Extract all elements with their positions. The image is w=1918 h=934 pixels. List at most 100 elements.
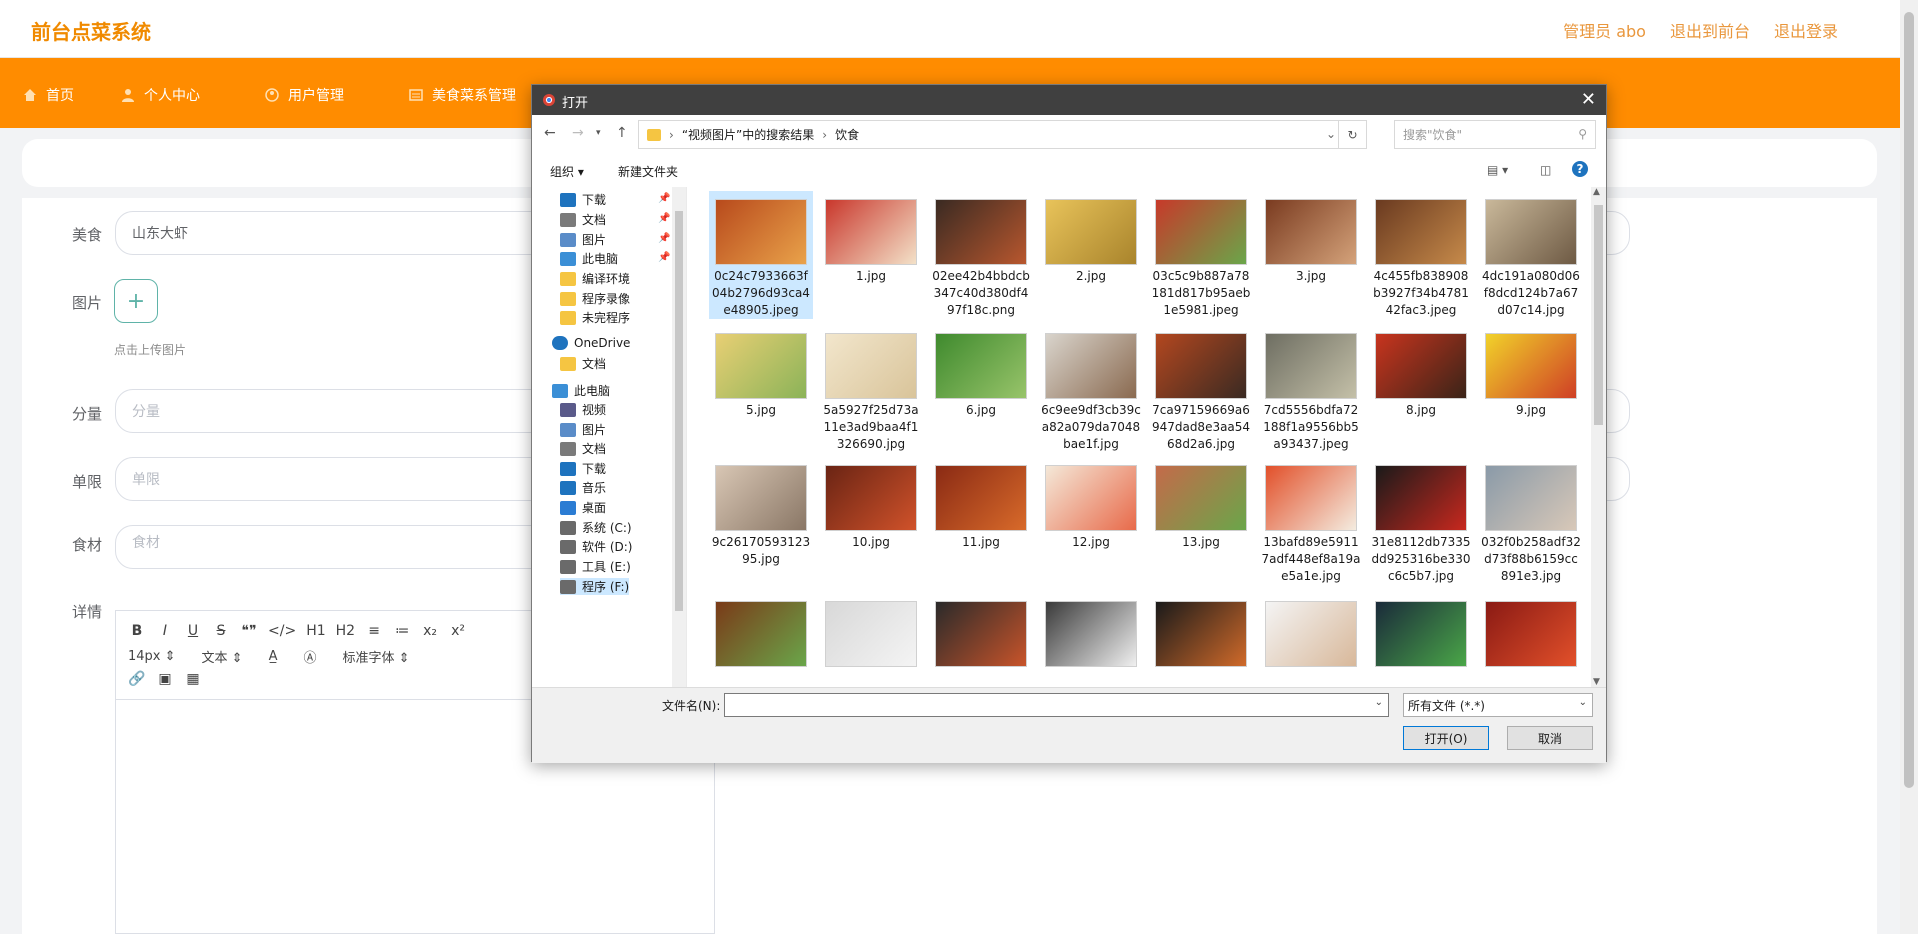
nav-tree-item[interactable]: 程序 (F:) bbox=[560, 578, 630, 595]
nav-tree-item[interactable]: 程序录像 bbox=[560, 290, 630, 307]
page-scrollbar[interactable] bbox=[1900, 0, 1918, 934]
file-item[interactable]: 4c455fb838908b3927f34b478142fac3.jpeg bbox=[1369, 191, 1473, 319]
font-color-icon[interactable]: A̲ bbox=[269, 649, 278, 664]
scroll-up-icon[interactable]: ▲ bbox=[1593, 187, 1600, 197]
nav-tree-item[interactable]: 未完程序 bbox=[560, 309, 630, 326]
breadcrumb-search-results[interactable]: “视频图片”中的搜索结果 bbox=[682, 126, 814, 143]
bg-color-icon[interactable]: Ⓐ bbox=[303, 647, 316, 666]
nav-tree-item[interactable]: 下载 bbox=[560, 191, 606, 208]
nav-item-users[interactable]: 用户管理 bbox=[264, 85, 344, 105]
file-item[interactable] bbox=[1259, 593, 1363, 670]
quote-button[interactable]: ❝❞ bbox=[240, 623, 258, 639]
file-item[interactable]: 10.jpg bbox=[819, 457, 923, 551]
open-button[interactable]: 打开(O) bbox=[1403, 726, 1489, 750]
code-button[interactable]: </> bbox=[268, 623, 296, 639]
preview-pane-icon[interactable]: ◫ bbox=[1540, 163, 1551, 177]
back-to-front-link[interactable]: 退出到前台 bbox=[1670, 18, 1750, 42]
search-input[interactable]: 搜索"饮食" ⚲ bbox=[1394, 120, 1596, 149]
file-item[interactable]: 4dc191a080d06f8dcd124b7a67d07c14.jpg bbox=[1479, 191, 1582, 319]
superscript-button[interactable]: x² bbox=[449, 623, 467, 639]
address-bar[interactable]: › “视频图片”中的搜索结果 › 饮食 ⌄ ↻ bbox=[638, 120, 1367, 149]
logout-link[interactable]: 退出登录 bbox=[1774, 18, 1838, 42]
file-item[interactable]: 03c5c9b887a78181d817b95aeb1e5981.jpeg bbox=[1149, 191, 1253, 319]
nav-tree-item[interactable]: OneDrive bbox=[552, 336, 630, 350]
file-item[interactable]: 5.jpg bbox=[709, 325, 813, 419]
page-scrollbar-thumb[interactable] bbox=[1904, 12, 1914, 788]
nav-tree-item[interactable]: 图片 bbox=[560, 231, 606, 248]
nav-pane-scrollbar-thumb[interactable] bbox=[675, 211, 683, 611]
close-icon[interactable]: ✕ bbox=[1581, 89, 1596, 110]
upload-image-button[interactable]: + bbox=[114, 279, 158, 323]
file-item[interactable]: 13bafd89e59117adf448ef8a19ae5a1e.jpg bbox=[1259, 457, 1363, 585]
filename-input[interactable]: ⌄ bbox=[724, 693, 1389, 717]
video-icon[interactable]: ▦ bbox=[184, 671, 202, 687]
nav-tree-item[interactable]: 桌面 bbox=[560, 499, 606, 516]
cancel-button[interactable]: 取消 bbox=[1507, 726, 1593, 750]
nav-tree-item[interactable]: 文档 bbox=[560, 440, 606, 457]
organize-button[interactable]: 组织 ▾ bbox=[550, 163, 584, 180]
h1-button[interactable]: H1 bbox=[306, 623, 325, 639]
forward-arrow-icon[interactable]: → bbox=[572, 125, 584, 141]
history-dropdown-icon[interactable]: ▾ bbox=[596, 128, 601, 138]
bold-button[interactable]: B bbox=[128, 623, 146, 639]
file-item[interactable]: 31e8112db7335dd925316be330c6c5b7.jpg bbox=[1369, 457, 1473, 585]
nav-tree-item[interactable]: 编译环境 bbox=[560, 270, 630, 287]
link-icon[interactable]: 🔗 bbox=[128, 671, 146, 687]
refresh-icon[interactable]: ↻ bbox=[1338, 121, 1366, 148]
file-item[interactable] bbox=[709, 593, 813, 670]
file-item[interactable]: 2.jpg bbox=[1039, 191, 1143, 285]
file-item[interactable]: 5a5927f25d73a11e3ad9baa4f1326690.jpg bbox=[819, 325, 923, 453]
filetype-select[interactable]: 所有文件 (*.*) ⌄ bbox=[1403, 693, 1593, 717]
file-item[interactable] bbox=[929, 593, 1033, 670]
file-item[interactable]: 6.jpg bbox=[929, 325, 1033, 419]
file-item[interactable]: 9.jpg bbox=[1479, 325, 1582, 419]
nav-tree-item[interactable]: 下载 bbox=[560, 460, 606, 477]
pin-icon[interactable]: 📌 bbox=[658, 213, 670, 224]
file-item[interactable]: 9c2617059312395.jpg bbox=[709, 457, 813, 568]
font-size-select[interactable]: 14px ⇕ bbox=[128, 649, 176, 664]
subscript-button[interactable]: x₂ bbox=[421, 623, 439, 639]
scroll-down-icon[interactable]: ▼ bbox=[1593, 677, 1600, 687]
file-item[interactable]: 02ee42b4bbdcb347c40d380df497f18c.png bbox=[929, 191, 1033, 319]
nav-tree-item[interactable]: 软件 (D:) bbox=[560, 538, 632, 555]
file-item[interactable]: 13.jpg bbox=[1149, 457, 1253, 551]
file-item[interactable]: 11.jpg bbox=[929, 457, 1033, 551]
new-folder-button[interactable]: 新建文件夹 bbox=[618, 163, 678, 180]
view-options-icon[interactable]: ▤ ▾ bbox=[1487, 163, 1508, 177]
pin-icon[interactable]: 📌 bbox=[658, 252, 670, 263]
file-item[interactable] bbox=[819, 593, 923, 670]
pin-icon[interactable]: 📌 bbox=[658, 233, 670, 244]
nav-tree-item[interactable]: 系统 (C:) bbox=[560, 519, 632, 536]
nav-item-food-category[interactable]: 美食菜系管理 bbox=[408, 85, 516, 105]
admin-link[interactable]: 管理员 abo bbox=[1563, 18, 1646, 42]
file-item[interactable]: 12.jpg bbox=[1039, 457, 1143, 551]
nav-tree-item[interactable]: 此电脑 bbox=[560, 250, 618, 267]
nav-item-home[interactable]: 首页 bbox=[22, 85, 74, 105]
nav-tree-item[interactable]: 工具 (E:) bbox=[560, 558, 631, 575]
file-item[interactable]: 8.jpg bbox=[1369, 325, 1473, 419]
file-item[interactable]: 6c9ee9df3cb39ca82a079da7048bae1f.jpg bbox=[1039, 325, 1143, 453]
ordered-list-button[interactable]: ≡ bbox=[365, 623, 383, 639]
strike-button[interactable]: S bbox=[212, 623, 230, 639]
nav-item-profile[interactable]: 个人中心 bbox=[120, 85, 200, 105]
underline-button[interactable]: U bbox=[184, 623, 202, 639]
file-item[interactable]: 1.jpg bbox=[819, 191, 923, 285]
file-item[interactable]: 7cd5556bdfa72188f1a9556bb5a93437.jpeg bbox=[1259, 325, 1363, 453]
file-item[interactable] bbox=[1479, 593, 1582, 670]
file-item[interactable]: 032f0b258adf32d73f88b6159cc891e3.jpg bbox=[1479, 457, 1582, 585]
file-item[interactable]: 3.jpg bbox=[1259, 191, 1363, 285]
text-type-select[interactable]: 文本 ⇕ bbox=[202, 647, 243, 666]
chevron-down-icon[interactable]: ⌄ bbox=[1326, 127, 1336, 141]
file-item[interactable] bbox=[1039, 593, 1143, 670]
nav-tree-item[interactable]: 文档 bbox=[560, 211, 606, 228]
font-family-select[interactable]: 标准字体 ⇕ bbox=[343, 647, 410, 666]
pin-icon[interactable]: 📌 bbox=[658, 193, 670, 204]
nav-tree-item[interactable]: 文档 bbox=[560, 355, 606, 372]
file-item[interactable] bbox=[1369, 593, 1473, 670]
file-grid-scrollbar-thumb[interactable] bbox=[1594, 205, 1603, 425]
up-arrow-icon[interactable]: ↑ bbox=[616, 125, 628, 141]
nav-tree-item[interactable]: 此电脑 bbox=[552, 382, 610, 399]
nav-tree-item[interactable]: 视频 bbox=[560, 401, 606, 418]
h2-button[interactable]: H2 bbox=[336, 623, 355, 639]
nav-tree-item[interactable]: 图片 bbox=[560, 421, 606, 438]
